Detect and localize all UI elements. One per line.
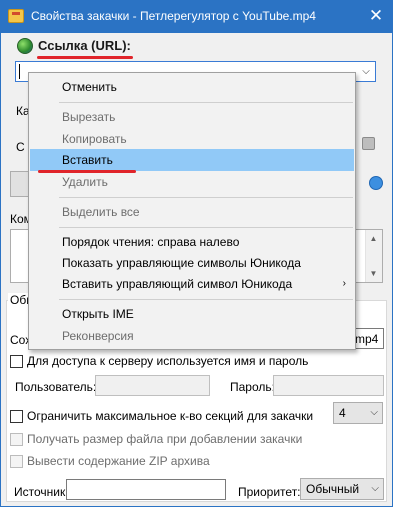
zip-label: Вывести содержание ZIP архива bbox=[27, 454, 210, 468]
get-size-checkbox[interactable] bbox=[10, 433, 23, 446]
title-bar: Свойства закачки - Петлерегулятор с YouT… bbox=[0, 0, 393, 33]
app-folder-icon bbox=[8, 9, 24, 23]
menu-separator bbox=[59, 197, 353, 198]
sections-select-value: 4 bbox=[339, 406, 346, 420]
text-caret bbox=[19, 64, 20, 79]
window-title: Свойства закачки - Петлерегулятор с YouT… bbox=[31, 9, 316, 23]
menu-item-delete[interactable]: Удалить bbox=[30, 171, 354, 193]
password-label: Пароль: bbox=[230, 380, 275, 394]
scroll-up-arrow[interactable]: ▲ bbox=[365, 230, 382, 247]
chevron-down-icon[interactable]: ⌵ bbox=[357, 62, 375, 81]
password-input[interactable] bbox=[273, 375, 384, 396]
menu-separator bbox=[59, 299, 353, 300]
get-size-label: Получать размер файла при добавлении зак… bbox=[27, 432, 303, 446]
menu-item-rtl-reading[interactable]: Порядок чтения: справа налево bbox=[30, 231, 354, 253]
info-icon[interactable] bbox=[369, 176, 383, 190]
source-input[interactable] bbox=[66, 479, 226, 500]
globe-icon bbox=[17, 38, 33, 54]
limit-sections-label: Ограничить максимальное к-во секций для … bbox=[27, 409, 314, 423]
menu-item-copy[interactable]: Копировать bbox=[30, 128, 354, 150]
server-auth-label: Для доступа к серверу используется имя и… bbox=[27, 354, 309, 368]
save-as-value: mp4 bbox=[355, 332, 379, 346]
menu-item-cut[interactable]: Вырезать bbox=[30, 106, 354, 128]
menu-item-undo[interactable]: Отменить bbox=[30, 76, 354, 98]
menu-item-select-all[interactable]: Выделить все bbox=[30, 201, 354, 223]
priority-select[interactable]: Обычный ⌵ bbox=[300, 478, 384, 500]
chevron-right-icon: › bbox=[342, 278, 346, 289]
menu-item-insert-unicode[interactable]: Вставить управляющий символ Юникода › bbox=[30, 273, 354, 295]
server-auth-checkbox[interactable] bbox=[10, 355, 23, 368]
priority-select-value: Обычный bbox=[306, 482, 360, 496]
menu-item-paste[interactable]: Вставить bbox=[30, 149, 354, 171]
context-menu: Отменить Вырезать Копировать Вставить Уд… bbox=[28, 72, 356, 350]
folder-browse-icon[interactable] bbox=[362, 137, 375, 150]
chevron-down-icon: ⌵ bbox=[370, 407, 378, 418]
source-label: Источник: bbox=[14, 485, 69, 499]
annotation-underline-url bbox=[37, 56, 133, 59]
zip-checkbox[interactable] bbox=[10, 455, 23, 468]
close-icon[interactable]: ✕ bbox=[363, 3, 389, 29]
user-input[interactable] bbox=[95, 375, 210, 396]
limit-sections-checkbox[interactable] bbox=[10, 410, 23, 423]
user-label: Пользователь: bbox=[15, 380, 97, 394]
annotation-underline-paste bbox=[38, 170, 136, 173]
sections-select[interactable]: 4 ⌵ bbox=[333, 402, 383, 424]
menu-separator bbox=[59, 102, 353, 103]
save-label-partial: С bbox=[16, 140, 25, 154]
menu-separator bbox=[59, 227, 353, 228]
scroll-down-arrow[interactable]: ▼ bbox=[365, 265, 382, 282]
menu-item-insert-unicode-label: Вставить управляющий символ Юникода bbox=[62, 277, 293, 291]
menu-item-show-unicode[interactable]: Показать управляющие символы Юникода bbox=[30, 252, 354, 274]
url-label: Ссылка (URL): bbox=[38, 38, 131, 53]
priority-label: Приоритет: bbox=[238, 485, 301, 499]
menu-item-reconversion[interactable]: Реконверсия bbox=[30, 325, 354, 347]
menu-item-open-ime[interactable]: Открыть IME bbox=[30, 303, 354, 325]
partial-button-left[interactable] bbox=[10, 171, 30, 197]
chevron-down-icon: ⌵ bbox=[371, 483, 379, 494]
